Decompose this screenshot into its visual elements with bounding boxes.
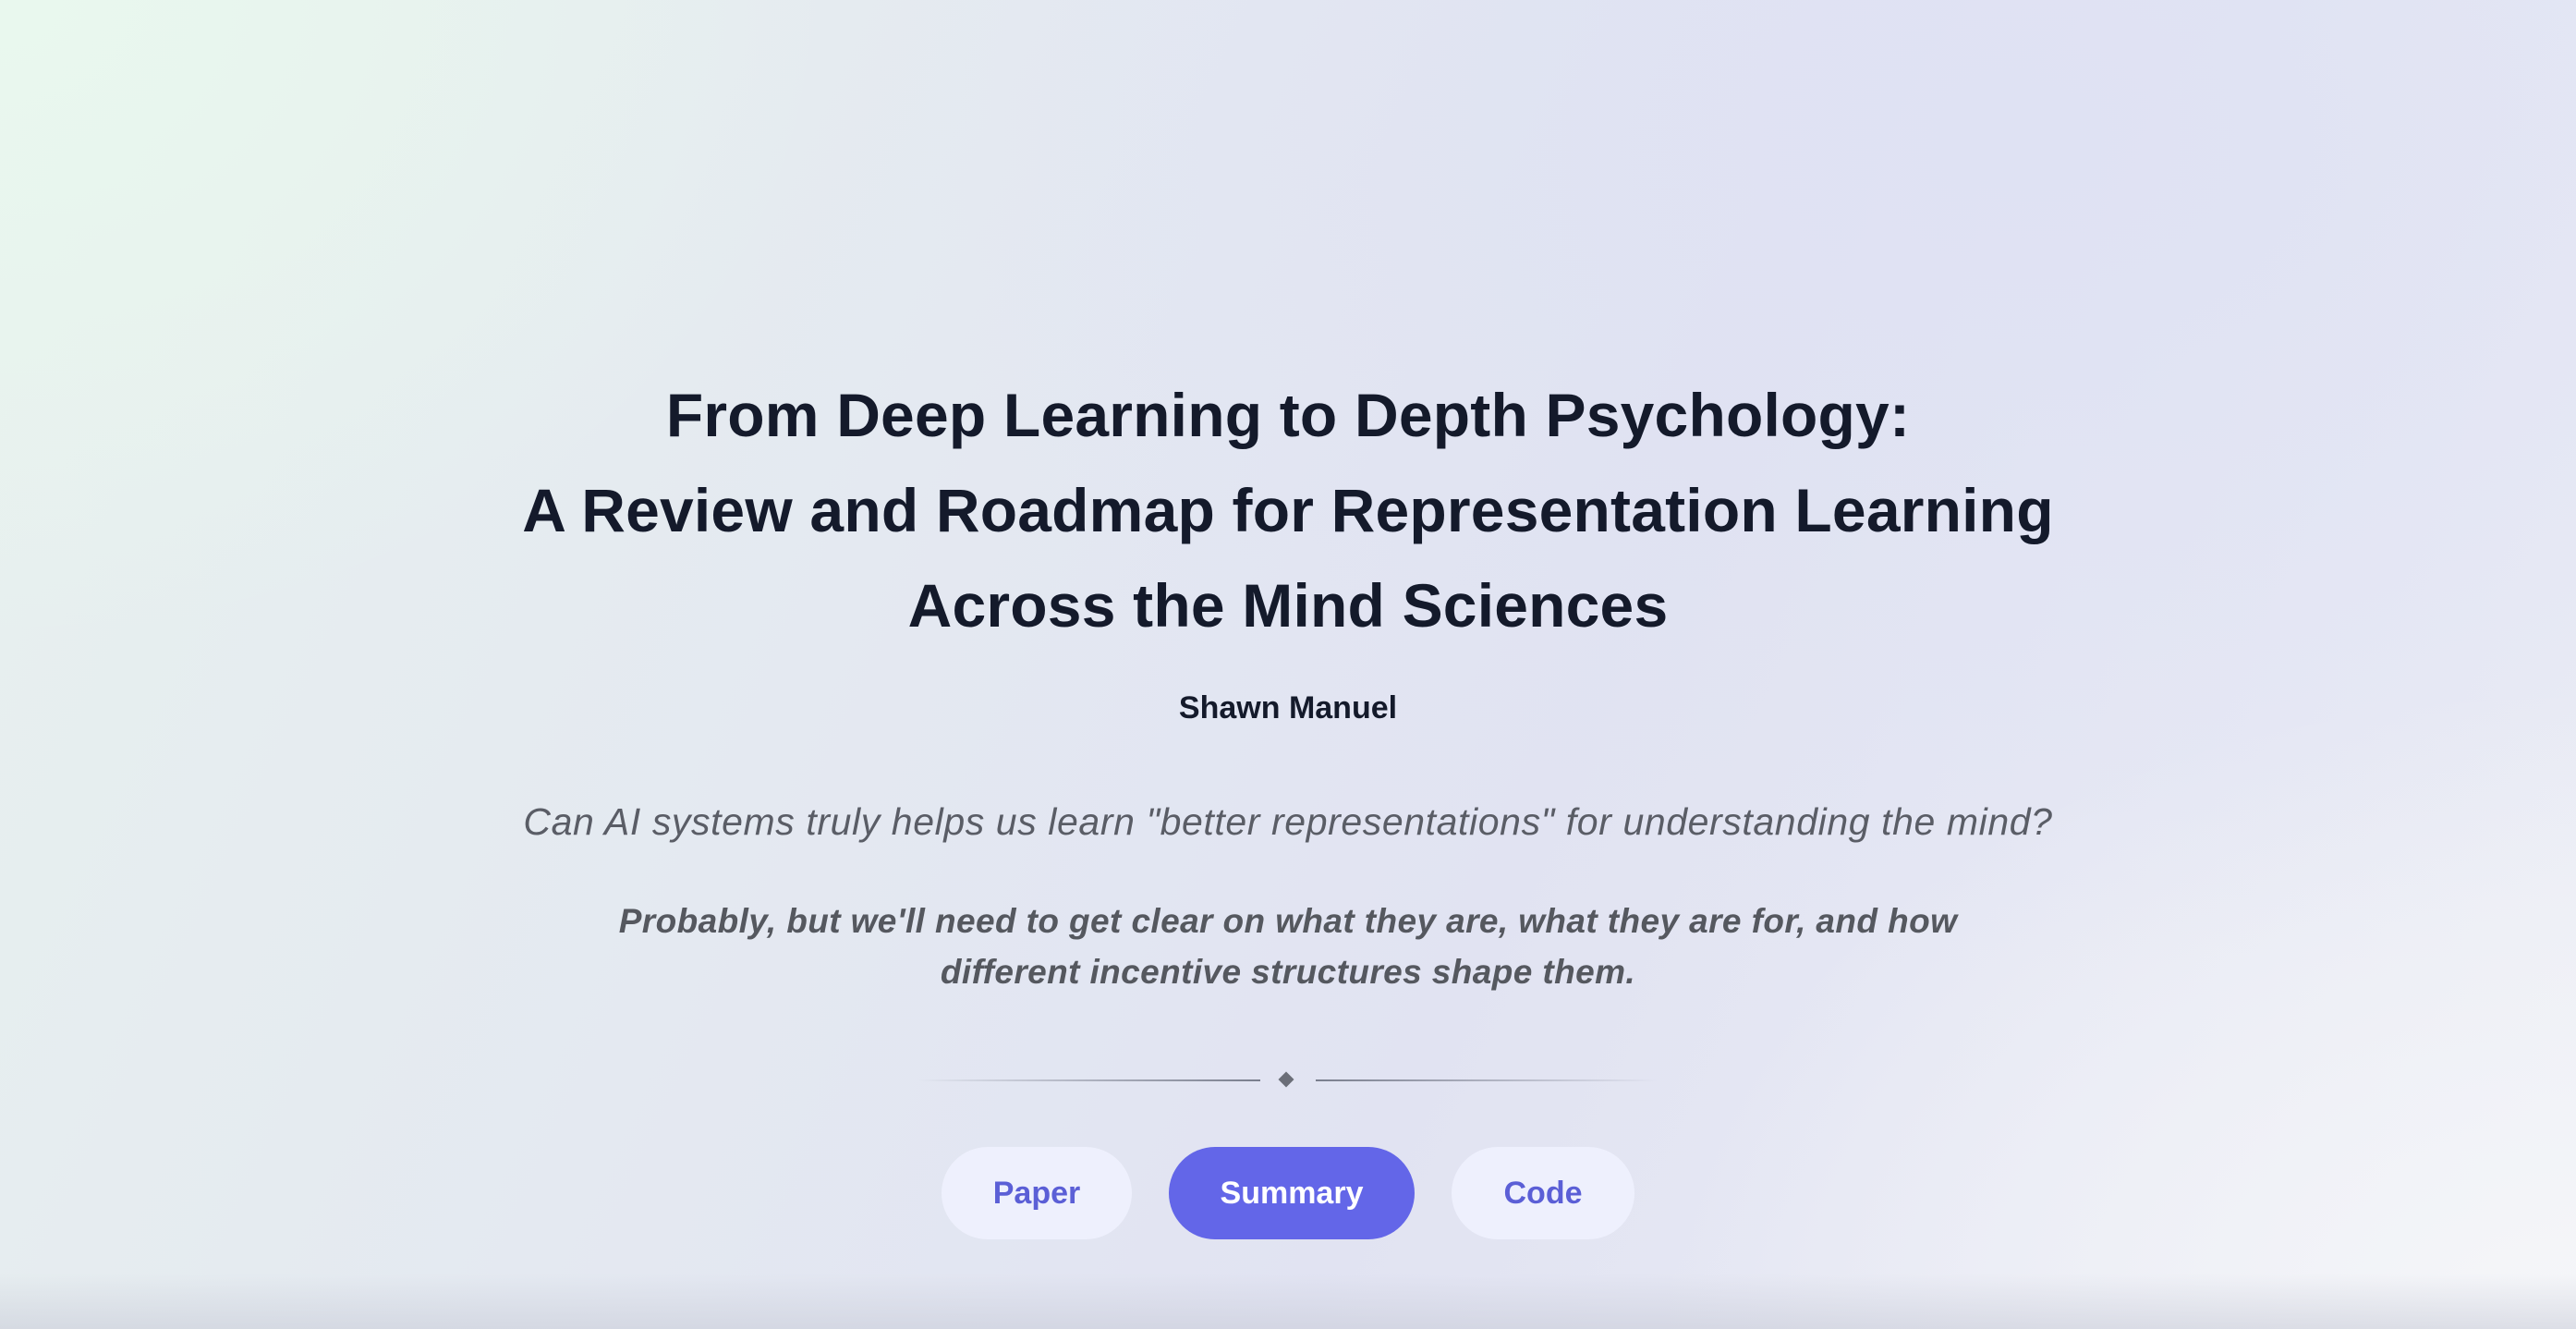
tagline-question: Can AI systems truly helps us learn "bet… [523,800,2053,843]
divider-line-left [918,1079,1260,1081]
summary-button[interactable]: Summary [1169,1147,1415,1239]
section-divider [918,1069,1658,1091]
tagline-answer: Probably, but we'll need to get clear on… [618,902,1958,991]
code-button[interactable]: Code [1452,1147,1634,1239]
diamond-icon [1278,1071,1294,1088]
title-line-2: A Review and Roadmap for Representation … [522,476,2054,544]
title-line-3: Across the Mind Sciences [907,571,1669,640]
author-name: Shawn Manuel [1178,690,1398,725]
paper-button[interactable]: Paper [942,1147,1132,1239]
link-buttons: Paper Summary Code [0,1147,2576,1239]
page-title: From Deep Learning to Depth Psychology: … [0,368,2576,653]
title-line-1: From Deep Learning to Depth Psychology: [665,381,1911,449]
bottom-shade [0,1274,2576,1329]
hero-section: From Deep Learning to Depth Psychology: … [0,368,2576,1239]
divider-line-right [1316,1079,1658,1081]
